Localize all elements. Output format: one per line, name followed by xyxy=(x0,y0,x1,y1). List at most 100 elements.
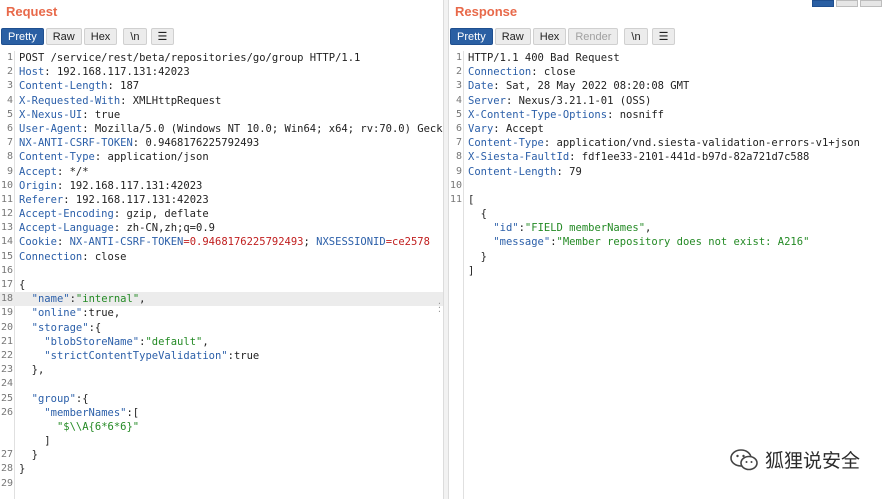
response-line: "id":"FIELD memberNames", xyxy=(449,221,888,235)
request-line: 1 POST /service/rest/beta/repositories/go… xyxy=(0,51,443,65)
line-number: 6 xyxy=(6,122,13,134)
layout-tabs-button[interactable] xyxy=(860,0,882,7)
response-tab-render[interactable]: Render xyxy=(568,27,619,45)
header-value: : true xyxy=(82,108,121,121)
line-content: } xyxy=(19,462,25,476)
json-text: :[ xyxy=(126,406,140,419)
request-line: 18 "name":"internal", xyxy=(0,292,443,307)
line-number: 16 xyxy=(0,264,13,276)
header-name: Content-Length xyxy=(19,80,108,93)
request-line: 4 X-Requested-With: XMLHttpRequest xyxy=(0,94,443,108)
line-content: [ xyxy=(468,193,474,207)
json-text: } xyxy=(19,449,38,462)
header-value: { xyxy=(19,279,26,291)
line-number: 8 xyxy=(455,151,462,163)
line-content: Origin: 192.168.117.131:42023 xyxy=(19,179,202,193)
header-name: User-Agent xyxy=(19,122,83,135)
line-content: ] xyxy=(19,434,50,448)
request-newline-button[interactable]: \n xyxy=(123,27,147,45)
response-menu-button[interactable]: ☰ xyxy=(651,27,676,45)
line-number: 14 xyxy=(0,236,13,248)
request-line: 6 User-Agent: Mozilla/5.0 (Windows NT 10.… xyxy=(0,122,443,136)
resize-handle-icon[interactable]: · · · xyxy=(438,300,441,318)
json-text: } xyxy=(468,250,487,263)
response-tab-pretty[interactable]: Pretty xyxy=(450,27,493,45)
line-number: 2 xyxy=(455,66,462,78)
request-tab-pretty[interactable]: Pretty xyxy=(1,27,44,45)
response-toolbar: Pretty Raw Hex Render \n ☰ xyxy=(450,27,676,45)
header-value: : 0.9468176225792493 xyxy=(132,137,260,150)
header-value: : close xyxy=(531,66,576,79)
header-name: X-Siesta-FaultId xyxy=(468,151,570,164)
layout-side-by-side-button[interactable] xyxy=(812,0,834,7)
request-tab-hex[interactable]: Hex xyxy=(83,27,118,45)
line-number: 15 xyxy=(0,250,13,262)
line-content: Content-Type: application/json xyxy=(19,150,209,164)
line-number: 3 xyxy=(455,80,462,92)
line-number: 9 xyxy=(455,165,462,177)
json-key: "strictContentTypeValidation" xyxy=(44,349,228,362)
header-name: Origin xyxy=(19,179,57,192)
watermark-text: 狐狸说安全 xyxy=(764,450,860,472)
line-number: 17 xyxy=(0,279,13,290)
line-number: 27 xyxy=(0,449,13,461)
json-text xyxy=(19,407,44,419)
response-tab-raw[interactable]: Raw xyxy=(494,27,531,45)
header-name: Content-Type xyxy=(19,151,95,164)
json-text xyxy=(19,393,32,405)
line-content: Connection: close xyxy=(19,250,126,264)
request-tab-raw[interactable]: Raw xyxy=(45,27,82,45)
line-number: 26 xyxy=(0,406,13,418)
header-name: X-Nexus-UI xyxy=(19,108,83,121)
response-pane: Response Pretty Raw Hex Render \n ☰ 1 HTT… xyxy=(449,0,888,499)
request-line: 28} xyxy=(0,462,443,476)
response-tab-hex[interactable]: Hex xyxy=(532,27,567,45)
json-key: "group" xyxy=(31,392,76,405)
line-number: 22 xyxy=(0,349,13,361)
header-name: Content-Type xyxy=(468,137,544,150)
cookie-value: =ce2578 xyxy=(385,236,430,249)
header-value: HTTP/1.1 400 Bad Request xyxy=(468,52,620,64)
line-content: Content-Type: application/vnd.siesta-val… xyxy=(468,136,860,150)
header-value: : nosniff xyxy=(607,108,664,121)
line-content: X-Requested-With: XMLHttpRequest xyxy=(19,94,221,108)
header-value: : Accept xyxy=(493,122,544,135)
line-number: 11 xyxy=(449,193,462,205)
line-number: 1 xyxy=(455,52,462,63)
line-content: Accept: */* xyxy=(19,165,89,179)
response-newline-button[interactable]: \n xyxy=(624,27,648,45)
line-number: 9 xyxy=(6,165,13,177)
line-number: 7 xyxy=(6,137,13,149)
line-content: "storage":{ xyxy=(19,321,102,335)
request-menu-button[interactable]: ☰ xyxy=(150,27,175,45)
json-text: , xyxy=(645,222,652,235)
response-line: 3 Date: Sat, 28 May 2022 08:20:08 GMT xyxy=(449,79,888,93)
request-line: 8 Content-Type: application/json xyxy=(0,150,443,164)
layout-top-bottom-button[interactable] xyxy=(836,0,858,7)
line-content: Accept-Encoding: gzip, deflate xyxy=(19,207,209,221)
response-line: 8 X-Siesta-FaultId: fdf1ee33-2101-441d-b9… xyxy=(449,150,888,164)
header-name: Vary xyxy=(468,122,494,135)
line-number: 1 xyxy=(6,52,13,63)
request-line: 17 { xyxy=(0,278,443,292)
json-string: "FIELD memberNames" xyxy=(524,222,646,235)
header-name: Date xyxy=(468,80,494,93)
header-value: : XMLHttpRequest xyxy=(120,94,222,107)
request-editor[interactable]: 1 POST /service/rest/beta/repositories/go… xyxy=(0,51,443,499)
header-value: : 79 xyxy=(556,165,582,178)
wechat-icon xyxy=(730,448,758,470)
header-value: : xyxy=(56,236,70,249)
request-line: 29 xyxy=(0,477,443,491)
json-text: } xyxy=(19,463,26,476)
json-string: "Member repository does not exist: A216" xyxy=(556,236,810,249)
line-content: "name":"internal", xyxy=(19,292,146,306)
hamburger-icon: ☰ xyxy=(157,30,168,43)
header-name: Accept xyxy=(19,165,57,178)
line-content: Content-Length: 187 xyxy=(19,79,139,93)
response-editor[interactable]: 1 HTTP/1.1 400 Bad Request 2 Connection: cl… xyxy=(449,51,888,499)
request-line: 15 Connection: close xyxy=(0,250,443,264)
json-text: :true, xyxy=(82,307,121,320)
line-number: 12 xyxy=(0,208,13,220)
line-content: "memberNames":[ xyxy=(19,406,139,420)
request-line: 20 "storage":{ xyxy=(0,321,443,335)
